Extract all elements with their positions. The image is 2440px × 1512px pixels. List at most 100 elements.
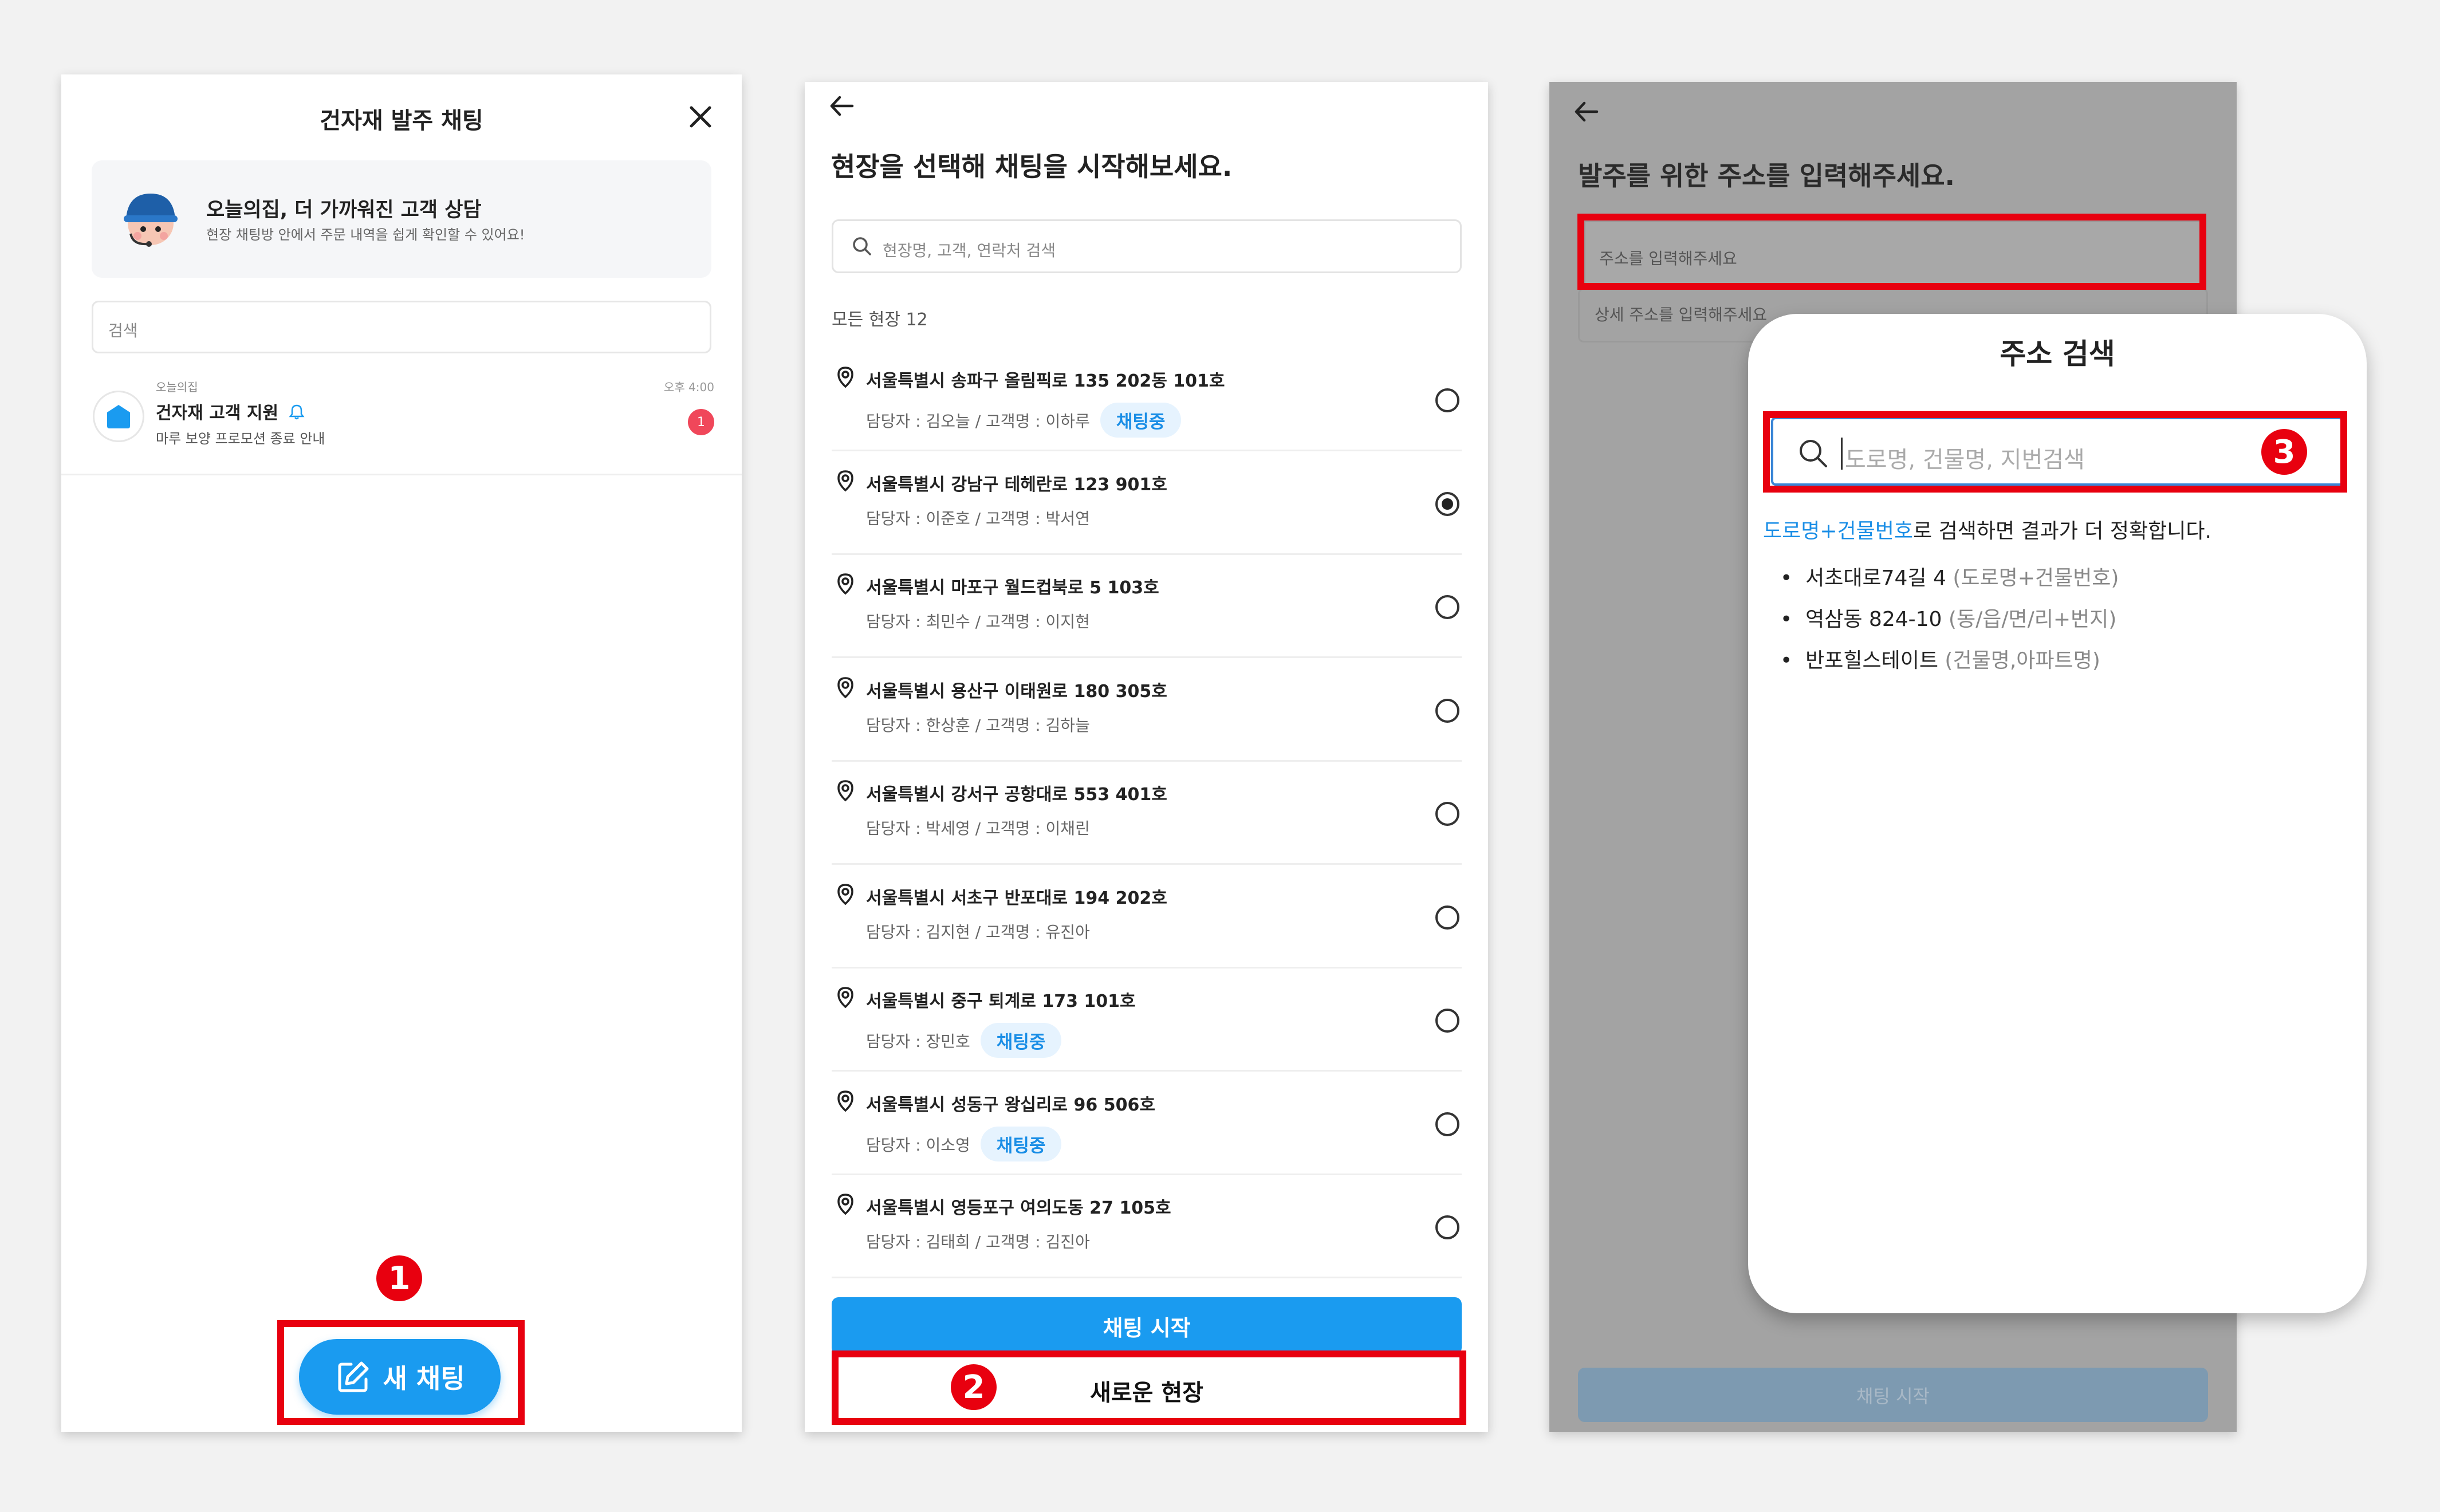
example-item: • 서초대로74길 4 (도로명+건물번호): [1780, 561, 2119, 591]
site-count: 모든 현장 12: [832, 310, 928, 330]
annotation-step-3: 3: [2261, 429, 2307, 475]
location-pin-icon: [834, 676, 857, 701]
back-arrow-icon[interactable]: [1568, 93, 1604, 130]
hint-highlight: 도로명+건물번호: [1763, 519, 1914, 543]
close-icon[interactable]: [683, 100, 718, 134]
example-item: • 역삼동 824-10 (동/읍/면/리+번지): [1780, 603, 2116, 632]
site-radio[interactable]: [1435, 1215, 1459, 1239]
site-list-item[interactable]: 서울특별시 용산구 이태원로 180 305호담당자 : 한상훈 / 고객명 :…: [832, 659, 1462, 762]
site-list-item[interactable]: 서울특별시 마포구 월드컵북로 5 103호 담당자 : 최민수 / 고객명 : …: [832, 555, 1462, 658]
search-input[interactable]: 현장명, 고객, 연락처 검색: [832, 219, 1462, 273]
site-address: 서울특별시 서초구 반포대로 194 202호: [866, 888, 1167, 908]
chat-preview: 마루 보양 프로모션 종료 안내: [156, 431, 325, 447]
site-meta: 담당자 : 장민호 채팅중: [866, 1023, 1062, 1058]
annotation-box-new-site: [832, 1350, 1466, 1425]
site-address: 서울특별시 영등포구 여의도동 27 105호: [866, 1198, 1171, 1218]
example-note: (건물명,아파트명): [1945, 649, 2100, 672]
location-pin-icon: [834, 1089, 857, 1115]
example-item: • 반포힐스테이트 (건물명,아파트명): [1780, 644, 2100, 674]
site-address: 서울특별시 강서구 공항대로 553 401호: [866, 785, 1167, 805]
unread-badge: 1: [688, 409, 714, 435]
site-radio[interactable]: [1435, 388, 1459, 412]
site-meta: 담당자 : 박세영 / 고객명 : 이채린: [866, 816, 1090, 839]
page-title: 건자재 발주 채팅: [320, 108, 483, 134]
site-manager: 담당자 : 박세영 / 고객명 : 이채린: [866, 819, 1090, 838]
location-pin-icon: [834, 469, 857, 494]
site-radio[interactable]: [1435, 905, 1459, 930]
chat-name: 건자재 고객 지원: [156, 399, 305, 425]
promo-title: 오늘의집, 더 가까워진 고객 상담: [206, 199, 482, 222]
site-manager: 담당자 : 최민수 / 고객명 : 이지현: [866, 612, 1090, 631]
site-manager: 담당자 : 장민호: [866, 1031, 970, 1051]
promo-banner[interactable]: 오늘의집, 더 가까워진 고객 상담 현장 채팅방 안에서 주문 내역을 쉽게 …: [92, 160, 711, 278]
site-list-item[interactable]: 서울특별시 강남구 테헤란로 123 901호 담당자 : 이준호 / 고객명 :…: [832, 452, 1462, 555]
avatar: [93, 391, 144, 442]
annotation-box-address-search: [1763, 411, 2347, 493]
site-radio[interactable]: [1435, 1112, 1459, 1136]
annotation-box-new-chat: [277, 1320, 525, 1425]
location-pin-icon: [834, 883, 857, 908]
chat-name-text: 건자재 고객 지원: [156, 403, 279, 423]
search-icon: [851, 235, 873, 260]
back-arrow-icon[interactable]: [823, 88, 860, 124]
annotation-step-1: 1: [376, 1255, 422, 1301]
site-select-screen: 현장을 선택해 채팅을 시작해보세요. 현장명, 고객, 연락처 검색 모든 현…: [805, 82, 1488, 1432]
site-radio[interactable]: [1435, 802, 1459, 826]
page-title: 현장을 선택해 채팅을 시작해보세요.: [831, 151, 1233, 182]
annotation-step-2: 2: [951, 1364, 997, 1410]
bullet: •: [1780, 566, 1806, 590]
chat-time: 오후 4:00: [663, 380, 714, 394]
site-list-item[interactable]: 서울특별시 성동구 왕십리로 96 506호담당자 : 이소영 채팅중: [832, 1072, 1462, 1175]
promo-subtitle: 현장 채팅방 안에서 주문 내역을 쉽게 확인할 수 있어요!: [206, 227, 525, 243]
site-manager: 담당자 : 한상훈 / 고객명 : 김하늘: [866, 716, 1090, 735]
start-chat-button[interactable]: 채팅 시작: [1578, 1368, 2208, 1422]
search-input[interactable]: 검색: [92, 301, 711, 353]
site-manager: 담당자 : 김태희 / 고객명 : 김진아: [866, 1233, 1090, 1251]
site-radio[interactable]: [1435, 492, 1459, 516]
chat-list-item[interactable]: 오늘의집 건자재 고객 지원 마루 보양 프로모션 종료 안내 오후 4:00 …: [61, 367, 742, 475]
chat-list-screen: 건자재 발주 채팅 오늘의집, 더 가까워진 고객 상담 현장 채팅방 안에서 …: [61, 74, 742, 1432]
bullet: •: [1780, 608, 1806, 631]
site-list-item[interactable]: 서울특별시 강서구 공항대로 553 401호담당자 : 박세영 / 고객명 :…: [832, 762, 1462, 865]
chat-sender: 오늘의집: [156, 380, 198, 394]
example-main: 역삼동 824-10: [1805, 608, 1942, 631]
search-hint: 도로명+건물번호로 검색하면 결과가 더 정확합니다.: [1763, 514, 2211, 544]
annotation-box-address-field: [1577, 214, 2206, 290]
search-placeholder: 현장명, 고객, 연락처 검색: [883, 241, 1056, 260]
location-pin-icon: [834, 779, 857, 804]
bullet: •: [1780, 649, 1806, 672]
site-manager: 담당자 : 이준호 / 고객명 : 박서연: [866, 509, 1090, 528]
example-main: 서초대로74길 4: [1805, 566, 1946, 590]
site-list-item[interactable]: 서울특별시 서초구 반포대로 194 202호담당자 : 김지현 / 고객명 :…: [832, 865, 1462, 968]
site-manager: 담당자 : 김지현 / 고객명 : 유진아: [866, 923, 1090, 942]
location-pin-icon: [834, 986, 857, 1011]
site-address: 서울특별시 송파구 올림픽로 135 202동 101호: [866, 371, 1225, 391]
site-meta: 담당자 : 김태희 / 고객명 : 김진아: [866, 1230, 1090, 1253]
site-list-item[interactable]: 서울특별시 영등포구 여의도동 27 105호담당자 : 김태희 / 고객명 :…: [832, 1175, 1462, 1278]
site-meta: 담당자 : 최민수 / 고객명 : 이지현: [866, 609, 1090, 632]
start-chat-button[interactable]: 채팅 시작: [832, 1297, 1462, 1354]
site-manager: 담당자 : 이소영: [866, 1135, 970, 1155]
site-radio[interactable]: [1435, 1009, 1459, 1033]
site-meta: 담당자 : 이소영 채팅중: [866, 1127, 1062, 1161]
example-note: (도로명+건물번호): [1953, 566, 2119, 590]
site-address: 서울특별시 중구 퇴계로 173 101호: [866, 991, 1136, 1011]
site-radio[interactable]: [1435, 699, 1459, 723]
site-list-item[interactable]: 서울특별시 송파구 올림픽로 135 202동 101호담당자 : 김오늘 / …: [832, 348, 1462, 451]
hint-text: 로 검색하면 결과가 더 정확합니다.: [1913, 519, 2211, 543]
status-badge: 채팅중: [980, 1023, 1062, 1058]
site-meta: 담당자 : 김오늘 / 고객명 : 이하루 채팅중: [866, 403, 1182, 438]
site-radio[interactable]: [1435, 595, 1459, 619]
site-manager: 담당자 : 김오늘 / 고객명 : 이하루: [866, 411, 1090, 431]
site-list-item[interactable]: 서울특별시 중구 퇴계로 173 101호담당자 : 장민호 채팅중: [832, 968, 1462, 1072]
status-badge: 채팅중: [1100, 403, 1182, 438]
site-address: 서울특별시 성동구 왕십리로 96 506호: [866, 1095, 1155, 1115]
location-pin-icon: [834, 1192, 857, 1218]
location-pin-icon: [834, 572, 857, 597]
location-pin-icon: [834, 365, 857, 391]
site-address: 서울특별시 용산구 이태원로 180 305호: [866, 682, 1167, 702]
page-title: 발주를 위한 주소를 입력해주세요.: [1578, 160, 1955, 191]
site-meta: 담당자 : 이준호 / 고객명 : 박서연: [866, 506, 1090, 529]
bell-icon: [288, 403, 305, 425]
modal-title: 주소 검색: [2000, 337, 2115, 371]
